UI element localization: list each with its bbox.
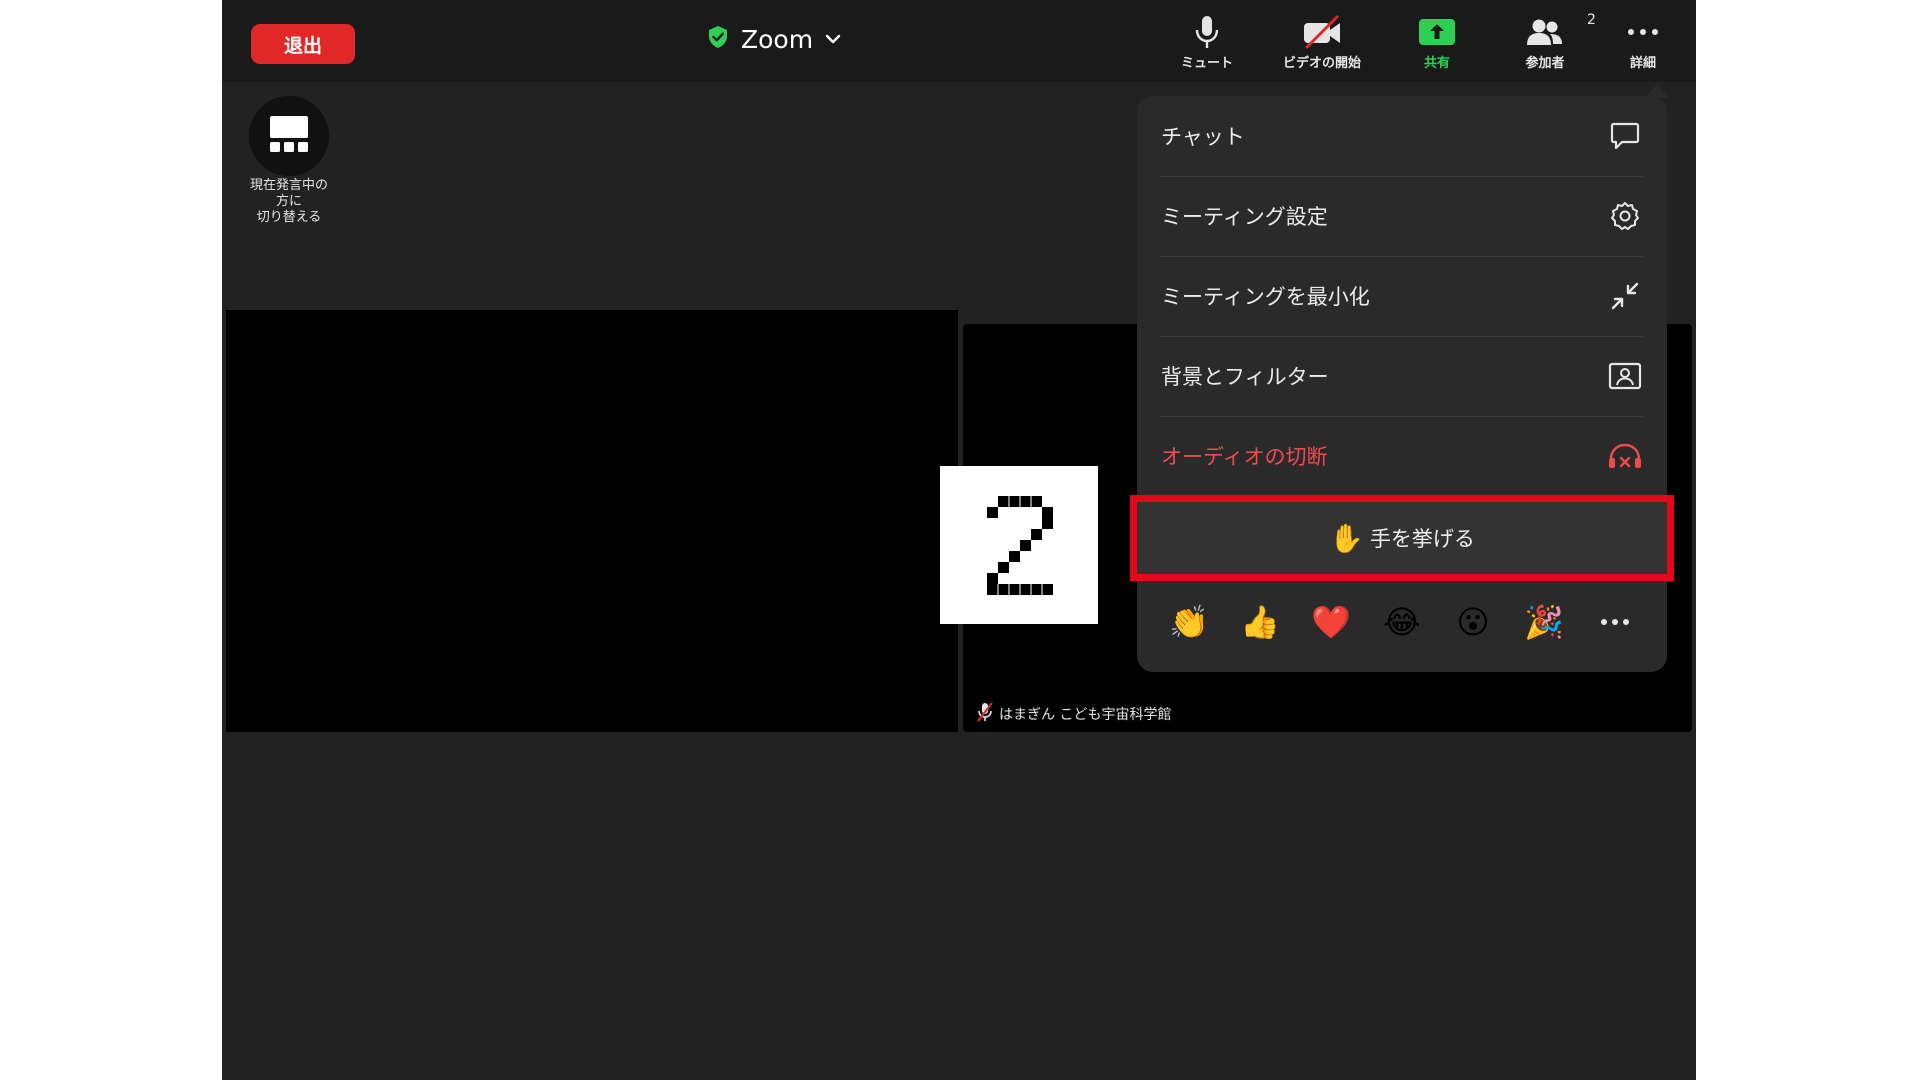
heart-reaction[interactable]: ❤️ xyxy=(1303,594,1359,650)
raise-hand-button[interactable]: ✋ 手を挙げる xyxy=(1130,495,1674,581)
pixel-digit-2-icon xyxy=(987,496,1053,595)
menu-item-disconnect-audio[interactable]: オーディオの切断 xyxy=(1161,416,1643,496)
reactions-bar: 👏 👍 ❤️ 😂 😮 🎉 xyxy=(1161,594,1643,650)
more-label: 詳細 xyxy=(1629,56,1656,71)
muted-mic-icon xyxy=(977,702,993,726)
more-dots-icon xyxy=(1627,14,1659,50)
switch-to-active-speaker-button[interactable] xyxy=(249,96,329,176)
zoom-meeting-screen: 退出 Zoom ミュート ビデオの開始 共有 2 参加者 詳細 現在発言中の 方… xyxy=(222,0,1696,1080)
mute-label: ミュート xyxy=(1180,56,1233,71)
share-button[interactable]: 共有 xyxy=(1382,14,1492,74)
participant-name: はまぎん こども宇宙科学館 xyxy=(999,707,1172,723)
thumbs-up-reaction[interactable]: 👍 xyxy=(1232,594,1288,650)
meeting-title-dropdown[interactable]: Zoom xyxy=(707,22,841,56)
minimize-arrows-icon xyxy=(1607,278,1643,314)
more-button[interactable]: 詳細 xyxy=(1588,14,1696,74)
participants-label: 参加者 xyxy=(1525,56,1565,71)
participants-button[interactable]: 2 参加者 xyxy=(1490,12,1600,74)
meeting-toolbar: 退出 Zoom ミュート ビデオの開始 共有 2 参加者 詳細 xyxy=(222,0,1696,82)
start-video-button[interactable]: ビデオの開始 xyxy=(1267,14,1377,74)
raised-hand-icon: ✋ xyxy=(1329,521,1364,555)
menu-item-minimize-meeting[interactable]: ミーティングを最小化 xyxy=(1161,256,1643,337)
chevron-down-icon xyxy=(825,30,841,49)
video-tile-self[interactable] xyxy=(226,310,958,732)
surprised-face-reaction[interactable]: 😮 xyxy=(1445,594,1501,650)
share-label: 共有 xyxy=(1423,56,1450,71)
menu-item-meeting-settings[interactable]: ミーティング設定 xyxy=(1161,176,1643,257)
participant-name-label: はまぎん こども宇宙科学館 xyxy=(977,702,1171,726)
more-options-menu: チャット ミーティング設定 ミーティングを最小化 背景とフィルター オーディオの… xyxy=(1130,96,1674,672)
chat-bubble-icon xyxy=(1607,118,1643,154)
menu-item-label: ミーティング設定 xyxy=(1161,205,1328,229)
menu-item-label: オーディオの切断 xyxy=(1161,445,1328,469)
menu-item-label: 背景とフィルター xyxy=(1161,365,1329,389)
tears-of-joy-reaction[interactable]: 😂 xyxy=(1374,594,1430,650)
portrait-frame-icon xyxy=(1607,358,1643,394)
party-popper-reaction[interactable]: 🎉 xyxy=(1516,594,1572,650)
microphone-icon xyxy=(1194,14,1220,50)
leave-button[interactable]: 退出 xyxy=(251,24,355,64)
menu-item-background-filters[interactable]: 背景とフィルター xyxy=(1161,336,1643,417)
mute-button[interactable]: ミュート xyxy=(1152,14,1262,74)
menu-item-label: ミーティングを最小化 xyxy=(1161,285,1370,309)
shield-check-icon xyxy=(707,25,729,53)
menu-item-label: チャット xyxy=(1161,125,1245,149)
gear-icon xyxy=(1607,198,1643,234)
more-reactions-button[interactable] xyxy=(1587,594,1643,650)
video-label: ビデオの開始 xyxy=(1282,56,1361,71)
step-number-badge: 2 xyxy=(940,466,1098,624)
headphones-disconnect-icon xyxy=(1607,438,1643,474)
share-screen-icon xyxy=(1419,14,1455,50)
switch-speaker-label: 現在発言中の 方に 切り替える xyxy=(249,178,328,225)
menu-item-chat[interactable]: チャット xyxy=(1161,96,1643,177)
video-off-icon xyxy=(1301,14,1343,50)
participants-icon: 2 xyxy=(1525,12,1596,50)
clapping-hands-reaction[interactable]: 👏 xyxy=(1161,594,1217,650)
raise-hand-label: 手を挙げる xyxy=(1369,527,1475,551)
speaker-view-icon xyxy=(268,114,310,158)
more-dots-icon xyxy=(1601,619,1629,625)
app-title: Zoom xyxy=(741,24,814,54)
